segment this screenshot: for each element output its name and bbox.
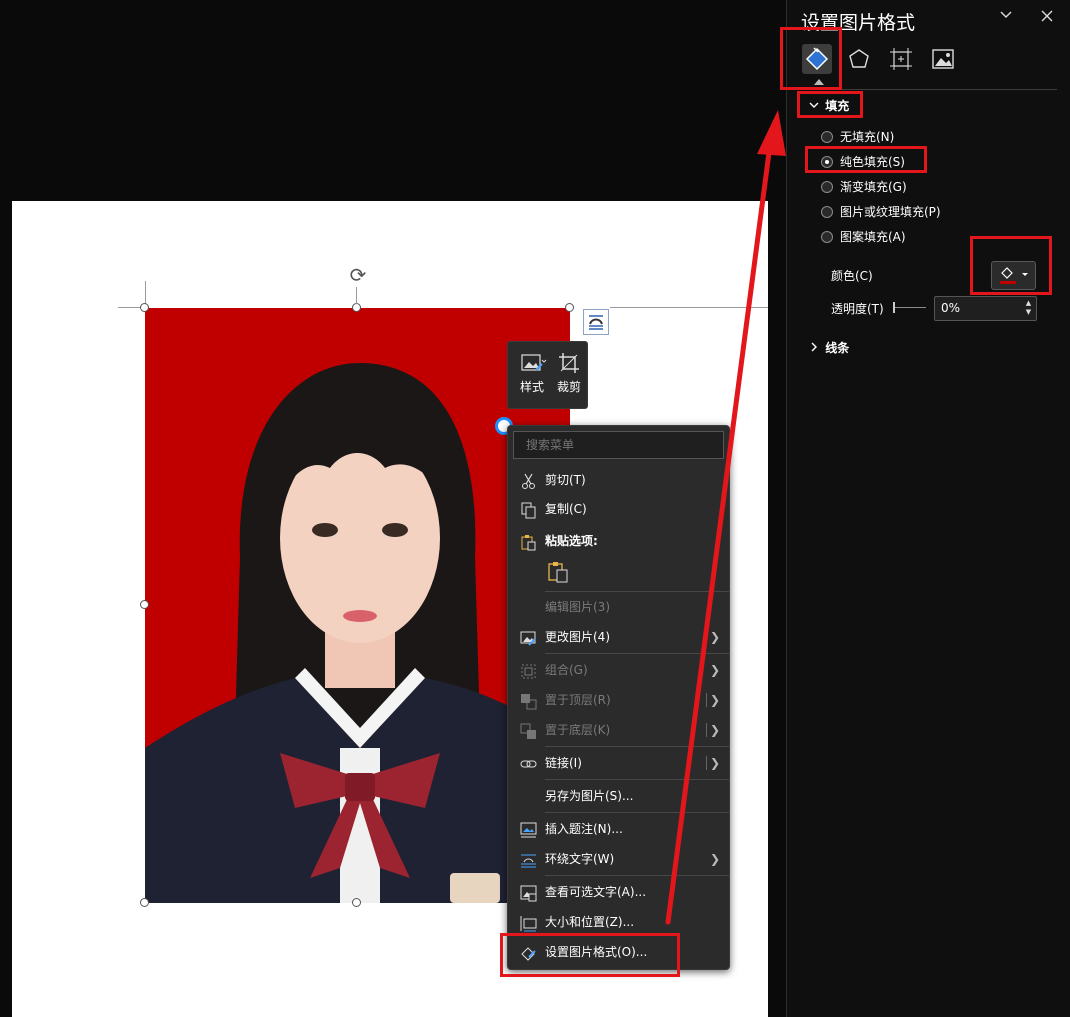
annotation-arrow-shaft [665,142,773,925]
annotation-arrow-head [757,110,786,156]
annotation-arrow [665,110,786,925]
